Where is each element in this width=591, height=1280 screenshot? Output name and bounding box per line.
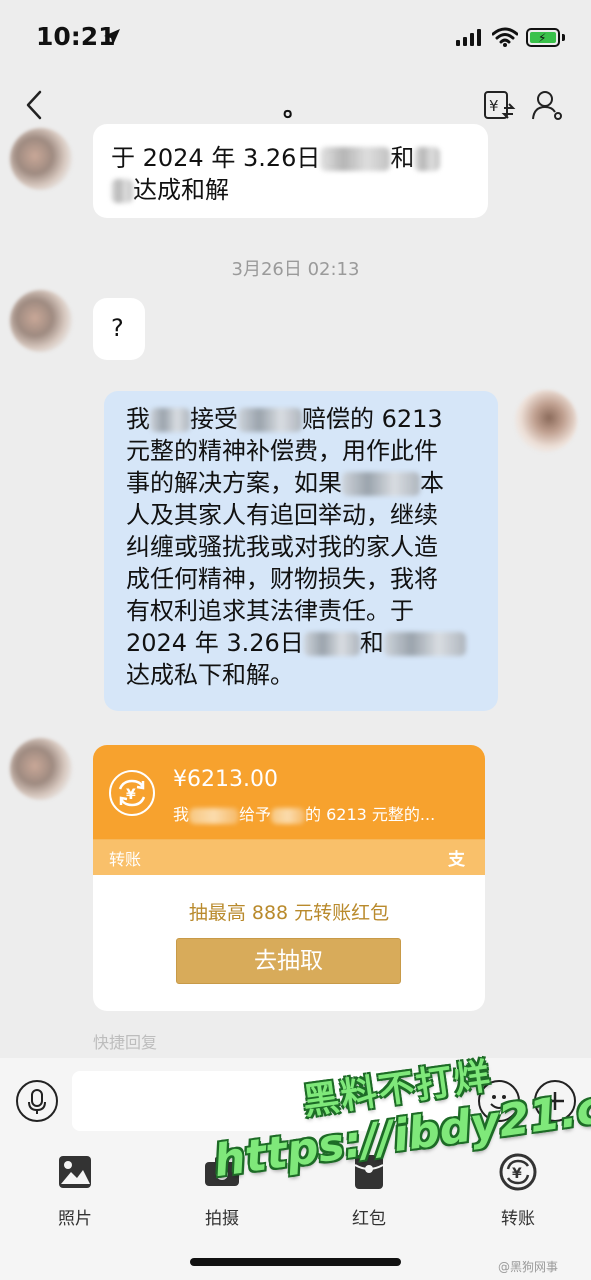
toolbar-item-transfer[interactable]: ¥ 转账 — [468, 1152, 568, 1229]
quick-reply-link[interactable]: 快捷回复 — [93, 1029, 157, 1053]
toolbar-item-photo[interactable]: 照片 — [25, 1152, 125, 1229]
transfer-description: 我给予的 6213 元整的... — [173, 805, 436, 824]
wifi-icon — [492, 27, 518, 47]
red-packet-icon — [354, 1155, 384, 1189]
avatar[interactable] — [10, 738, 72, 800]
avatar[interactable] — [10, 128, 72, 190]
redacted-text — [111, 179, 133, 203]
transfer-amount: ¥6213.00 — [173, 767, 278, 792]
transfer-label: 转账 — [109, 850, 142, 869]
redacted-text — [238, 408, 302, 432]
toolbar-item-label: 转账 — [501, 1209, 535, 1229]
home-indicator — [190, 1258, 401, 1266]
photo-icon — [59, 1156, 91, 1188]
redacted-text — [414, 147, 441, 171]
message-text: 于 2024 年 3.26日 — [111, 144, 321, 172]
user-profile-icon[interactable] — [530, 88, 564, 122]
more-button[interactable] — [534, 1080, 576, 1122]
message-bubble-incoming[interactable]: 于 2024 年 3.26日和 达成和解 — [93, 124, 488, 218]
transfer-record-icon[interactable]: ¥ — [482, 88, 516, 122]
svg-text:¥: ¥ — [512, 1166, 522, 1182]
chat-title: 。 — [283, 94, 307, 122]
input-bar — [0, 1058, 591, 1148]
voice-button[interactable] — [16, 1080, 58, 1122]
redacted-text — [383, 632, 466, 656]
smiley-icon — [490, 1095, 508, 1109]
redacted-text — [342, 472, 420, 496]
svg-text:¥: ¥ — [489, 97, 499, 115]
toolbar-item-label: 红包 — [352, 1209, 386, 1229]
back-button[interactable] — [20, 88, 50, 122]
toolbar-item-label: 拍摄 — [205, 1209, 239, 1229]
svg-text:¥: ¥ — [126, 787, 136, 803]
message-text: ? — [111, 314, 124, 342]
message-input[interactable] — [72, 1071, 462, 1131]
redacted-text — [320, 147, 391, 171]
draw-button[interactable]: 去抽取 — [176, 938, 401, 984]
message-bubble-outgoing[interactable]: 我接受 赔偿的 6213 元整的精神补偿费，用作此件 事的解决方案，如果本 人及其… — [104, 391, 498, 711]
transfer-icon: ¥ — [499, 1153, 537, 1191]
avatar[interactable] — [10, 290, 72, 352]
transfer-arrows-icon: ¥ — [109, 770, 155, 816]
redacted-text — [271, 807, 306, 824]
redacted-text — [303, 632, 360, 656]
promo-text: 抽最高 888 元转账红包 — [188, 902, 390, 924]
location-arrow-icon — [104, 29, 120, 45]
emoji-button[interactable] — [478, 1080, 520, 1122]
alipay-icon: 支 — [448, 850, 465, 870]
transfer-card[interactable]: ¥ ¥6213.00 我给予的 6213 元整的... 转账 支 抽最高 888… — [93, 745, 485, 1011]
redacted-text — [189, 807, 240, 824]
message-timestamp: 3月26日 02:13 — [231, 259, 360, 280]
toolbar-item-camera[interactable]: 拍摄 — [172, 1152, 272, 1229]
toolbar-item-red-packet[interactable]: 红包 — [319, 1152, 419, 1229]
cellular-signal-icon — [456, 29, 481, 46]
redacted-text — [150, 408, 190, 432]
toolbar-item-label: 照片 — [58, 1209, 92, 1229]
avatar-self[interactable] — [515, 390, 577, 452]
bottom-toolbar: 照片 拍摄 红包 ¥ 转账 — [0, 1148, 591, 1280]
plus-icon — [546, 1092, 564, 1110]
camera-icon — [205, 1157, 239, 1186]
microphone-icon — [28, 1089, 46, 1114]
status-bar: 10:21 ⚡ — [0, 0, 591, 70]
message-bubble-incoming[interactable]: ? — [93, 298, 145, 360]
battery-icon: ⚡ — [526, 28, 560, 47]
